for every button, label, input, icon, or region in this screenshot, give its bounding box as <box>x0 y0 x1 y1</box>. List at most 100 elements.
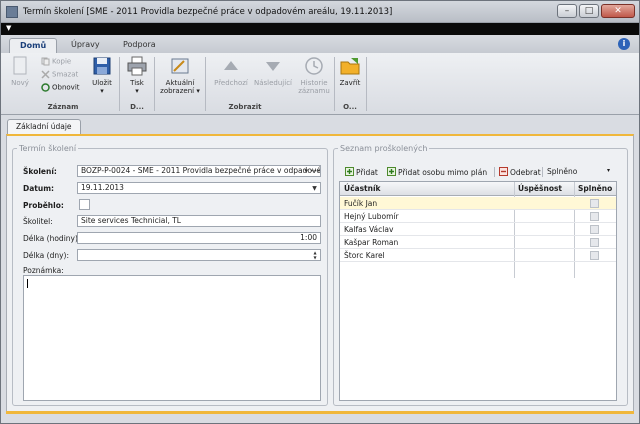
delka-dny-field[interactable]: ▲ ▼ <box>77 249 321 261</box>
column-header-splneno[interactable]: Splněno <box>578 184 612 193</box>
datum-field[interactable]: 19.11.2013 ▼ <box>77 182 321 194</box>
poznamka-textarea[interactable] <box>23 275 321 401</box>
tab-podpora[interactable]: Podpora <box>113 38 166 53</box>
datum-label: Datum: <box>23 184 55 193</box>
participant-name: Fučík Jan <box>344 199 378 208</box>
grid-toolbar: Přidat Přidat osobu mimo plán Odebrat Sp… <box>339 164 615 179</box>
table-row[interactable]: Fučík Jan <box>340 197 616 210</box>
skolitel-field[interactable]: Site services Technicial, TL <box>77 215 321 227</box>
table-row[interactable]: Hejný Lubomír <box>340 210 616 223</box>
probehlo-checkbox[interactable] <box>79 199 90 210</box>
application-window: Termín školení [SME - 2011 Providla bezp… <box>0 0 640 424</box>
participants-grid: Účastník Úspěšnost Splněno Fučík Jan Hej… <box>339 181 617 401</box>
history-label: Historie <box>300 79 328 87</box>
record-history-button[interactable]: Historie záznamu <box>297 55 331 95</box>
minimize-button[interactable]: – <box>557 4 577 18</box>
group-separator <box>366 57 367 111</box>
close-button[interactable]: ✕ <box>601 4 635 18</box>
new-label: Nový <box>11 79 29 87</box>
view-dropdown-icon[interactable]: ▾ <box>196 87 200 95</box>
completed-checkbox[interactable] <box>590 212 599 221</box>
remove-icon <box>499 167 508 176</box>
qat-dropdown-icon[interactable]: ▼ <box>6 24 11 32</box>
copy-button[interactable]: Kopie <box>41 57 71 66</box>
arrow-down-icon <box>266 62 280 71</box>
print-button[interactable]: Tisk ▾ <box>123 55 151 95</box>
refresh-label: Obnovit <box>52 83 80 92</box>
datum-value: 19.11.2013 <box>81 183 124 192</box>
skoleni-select[interactable]: BOZP-P-0024 - SME - 2011 Providla bezpeč… <box>77 165 321 177</box>
maximize-button[interactable]: □ <box>579 4 599 18</box>
remove-button[interactable]: Odebrat <box>499 167 541 177</box>
delete-label: Smazat <box>52 70 79 79</box>
delete-icon <box>41 70 50 79</box>
save-button[interactable]: Uložit ▾ <box>87 55 117 95</box>
group-label-tisk: D... <box>130 103 144 111</box>
add-outside-plan-button[interactable]: Přidat osobu mimo plán <box>387 167 487 177</box>
skolitel-label: Školitel: <box>23 217 53 226</box>
tab-upravy[interactable]: Úpravy <box>61 38 110 53</box>
table-row[interactable]: Štorc Karel <box>340 249 616 262</box>
save-dropdown-icon[interactable]: ▾ <box>100 87 104 95</box>
folder-close-icon <box>340 58 360 75</box>
help-icon[interactable]: i <box>618 38 630 50</box>
group-label-zaznam: Záznam <box>47 103 79 111</box>
completed-label: Splněno <box>547 167 578 176</box>
title-bar[interactable]: Termín školení [SME - 2011 Providla bezp… <box>1 1 639 23</box>
column-header-ucastnik[interactable]: Účastník <box>344 184 381 193</box>
toolbar-separator <box>494 167 495 177</box>
participant-name: Hejný Lubomír <box>344 212 399 221</box>
print-dropdown-icon[interactable]: ▾ <box>135 87 139 95</box>
delka-hodiny-value: 1:00 <box>300 233 317 242</box>
previous-label: Předchozí <box>214 79 248 87</box>
tab-zakladni-udaje[interactable]: Základní údaje <box>7 119 81 134</box>
table-row[interactable]: Kašpar Roman <box>340 236 616 249</box>
completed-button[interactable]: Splněno <box>547 167 577 176</box>
skoleni-label: Školení: <box>23 167 57 176</box>
group-label-zavrit: O... <box>343 103 357 111</box>
copy-icon <box>41 57 50 66</box>
printer-icon <box>127 56 147 76</box>
close-record-button[interactable]: Zavřít <box>337 55 363 87</box>
app-icon <box>6 6 18 18</box>
view-icon <box>171 58 189 74</box>
text-caret <box>27 279 28 288</box>
toolbar-overflow-icon[interactable]: ▾ <box>607 167 610 174</box>
chevron-down-icon[interactable]: ▾ <box>304 166 308 176</box>
group-label-zobrazit: Zobrazit <box>228 103 262 111</box>
spinner-icon[interactable]: ▲ ▼ <box>311 250 319 260</box>
toolbar-separator <box>542 167 543 177</box>
current-view-label-2: zobrazení <box>160 87 195 95</box>
add-button[interactable]: Přidat <box>345 167 378 177</box>
more-icon[interactable]: ••• <box>310 167 320 176</box>
completed-checkbox[interactable] <box>590 238 599 247</box>
column-header-uspesnost[interactable]: Úspěšnost <box>518 184 562 193</box>
add-person-icon <box>387 167 396 176</box>
add-label: Přidat <box>356 168 378 177</box>
delka-hodiny-label: Délka (hodiny): <box>23 234 81 243</box>
refresh-button[interactable]: Obnovit <box>41 83 80 92</box>
new-document-icon <box>13 56 27 75</box>
next-button[interactable]: Následující <box>253 55 293 87</box>
arrow-up-icon <box>224 61 238 70</box>
completed-checkbox[interactable] <box>590 199 599 208</box>
delka-hodiny-field[interactable]: 1:00 <box>77 232 321 244</box>
completed-checkbox[interactable] <box>590 225 599 234</box>
save-label: Uložit <box>92 79 112 87</box>
add-icon <box>345 167 354 176</box>
current-view-button[interactable]: Aktuální zobrazení ▾ <box>157 55 203 95</box>
tab-domu[interactable]: Domů <box>9 38 58 53</box>
chevron-down-icon[interactable]: ▼ <box>310 184 319 193</box>
poznamka-label: Poznámka: <box>23 266 64 275</box>
bottom-accent-strip <box>6 411 634 414</box>
delete-button[interactable]: Smazat <box>41 70 78 79</box>
participant-name: Štorc Karel <box>344 251 385 260</box>
completed-checkbox[interactable] <box>590 251 599 260</box>
ribbon-tabs: Domů Úpravy Podpora i <box>1 35 639 53</box>
table-row[interactable]: Kalfas Václav <box>340 223 616 236</box>
new-button[interactable]: Nový <box>7 55 33 87</box>
skolitel-value: Site services Technicial, TL <box>81 216 181 225</box>
seznam-legend: Seznam proškolených <box>340 144 428 153</box>
next-label: Následující <box>254 79 292 87</box>
previous-button[interactable]: Předchozí <box>213 55 249 87</box>
